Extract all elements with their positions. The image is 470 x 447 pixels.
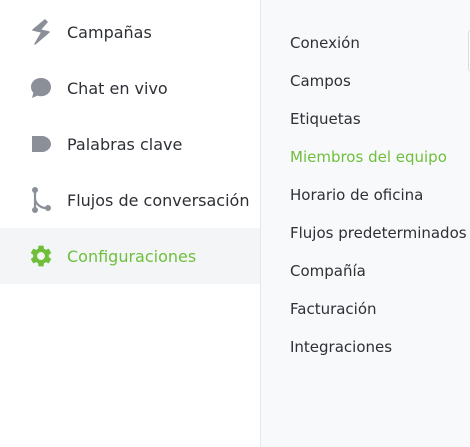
settings-submenu: Conexión Campos Etiquetas Miembros del e… xyxy=(261,0,470,447)
settings-item-integrations[interactable]: Integraciones xyxy=(290,338,392,356)
sidebar-item-conversation-flows[interactable]: Flujos de conversación xyxy=(0,172,260,228)
settings-item-fields[interactable]: Campos xyxy=(290,72,351,90)
sidebar-item-label: Configuraciones xyxy=(67,246,197,266)
settings-item-connection[interactable]: Conexión xyxy=(290,34,360,52)
sidebar-item-label: Palabras clave xyxy=(67,134,183,154)
chat-bubble-icon xyxy=(28,75,54,101)
settings-item-office-hours[interactable]: Horario de oficina xyxy=(290,186,423,204)
keywords-tag-icon xyxy=(28,131,54,157)
sidebar-item-keywords[interactable]: Palabras clave xyxy=(0,116,260,172)
sidebar: Campañas Chat en vivo Palabras clave Flu… xyxy=(0,0,260,447)
settings-item-company[interactable]: Compañía xyxy=(290,262,366,280)
settings-item-team-members[interactable]: Miembros del equipo xyxy=(290,148,447,166)
sidebar-item-live-chat[interactable]: Chat en vivo xyxy=(0,60,260,116)
settings-item-billing[interactable]: Facturación xyxy=(290,300,377,318)
settings-item-default-flows[interactable]: Flujos predeterminados xyxy=(290,224,467,242)
campaigns-icon xyxy=(28,19,54,45)
app-window: Campañas Chat en vivo Palabras clave Flu… xyxy=(0,0,470,447)
sidebar-item-label: Campañas xyxy=(67,22,152,42)
sidebar-item-campaigns[interactable]: Campañas xyxy=(0,4,260,60)
gear-icon xyxy=(28,243,54,269)
sidebar-item-settings[interactable]: Configuraciones xyxy=(0,228,260,284)
settings-item-tags[interactable]: Etiquetas xyxy=(290,110,361,128)
flow-branch-icon xyxy=(28,187,54,213)
sidebar-item-label: Flujos de conversación xyxy=(67,190,250,210)
sidebar-item-label: Chat en vivo xyxy=(67,78,168,98)
